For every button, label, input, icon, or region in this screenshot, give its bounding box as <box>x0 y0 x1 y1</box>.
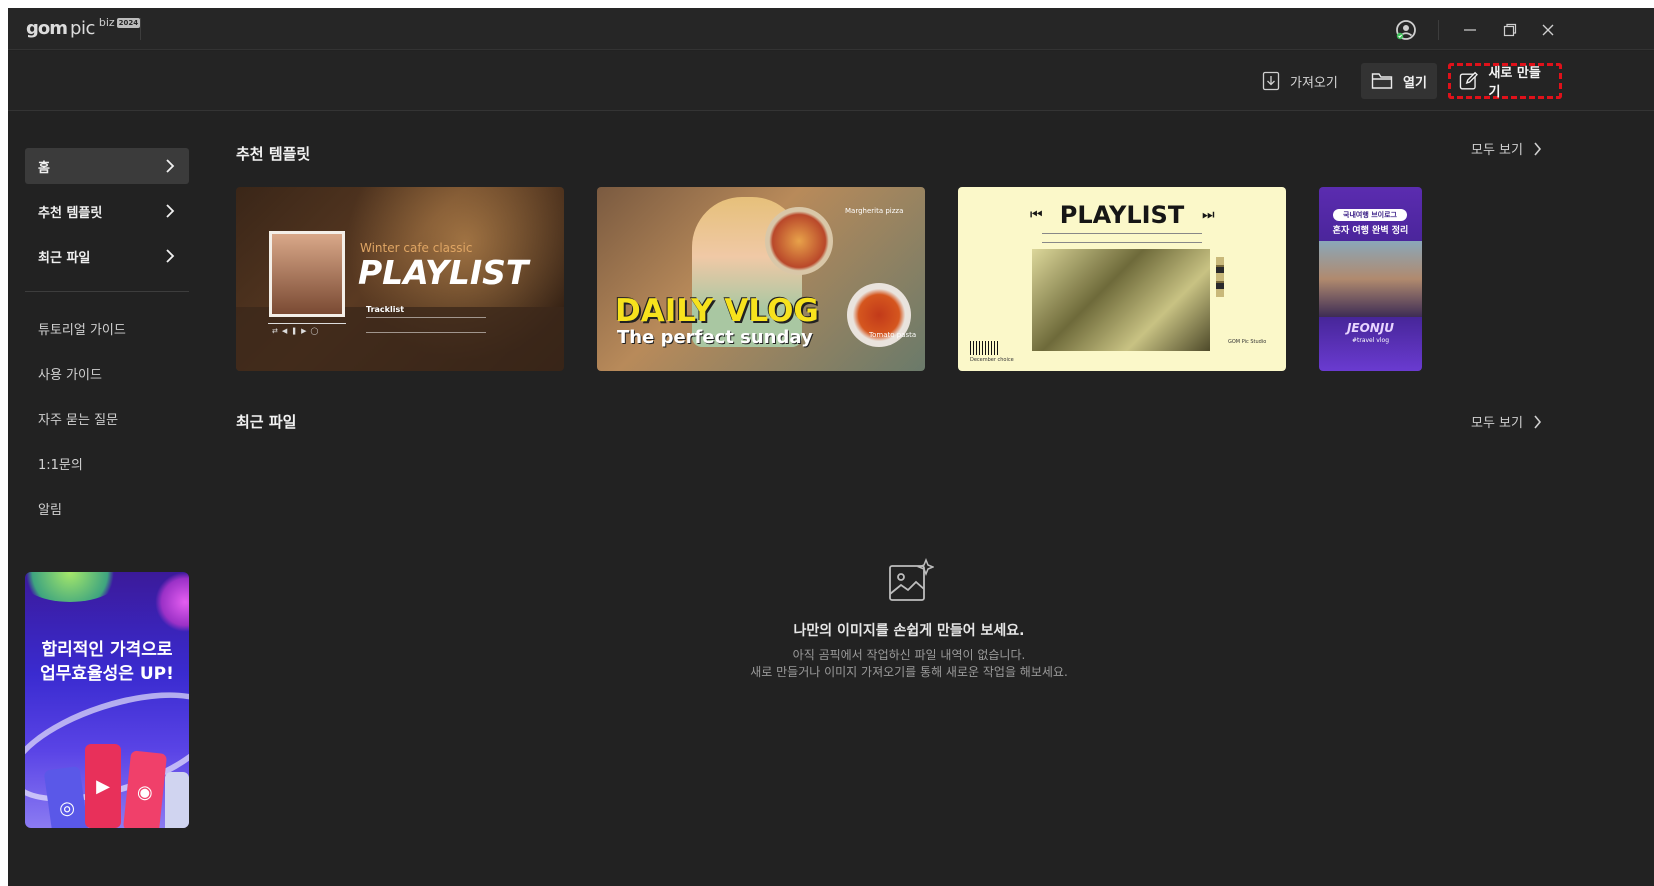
player-controls-icon: ⇄◀❚▶◯ <box>272 327 323 335</box>
logo-brand: gom <box>26 18 68 39</box>
barcode-icon <box>970 341 1000 355</box>
image-sparkle-icon <box>889 558 934 601</box>
tracklist-lines <box>1042 233 1202 243</box>
sidebar-link-faq[interactable]: 자주 묻는 질문 <box>38 409 118 428</box>
minimize-icon[interactable] <box>1458 18 1482 42</box>
import-button[interactable]: 가져오기 <box>1252 63 1348 99</box>
see-all-label: 모두 보기 <box>1471 143 1523 158</box>
sidebar-link-tutorial[interactable]: 튜토리얼 가이드 <box>38 319 126 338</box>
account-status-icon[interactable] <box>1394 18 1418 42</box>
promo-text: 합리적인 가격으로 업무효율성은 UP! <box>25 638 189 686</box>
sidebar-item-templates[interactable]: 추천 템플릿 <box>25 193 189 229</box>
sidebar-divider <box>25 291 189 292</box>
sidebar-item-label: 최근 파일 <box>38 250 91 266</box>
new-file-button[interactable]: 새로 만들기 <box>1448 63 1562 100</box>
new-file-label: 새로 만들기 <box>1488 66 1541 100</box>
portrait-photo <box>269 231 345 317</box>
promo-banner[interactable]: 합리적인 가격으로 업무효율성은 UP! ◎ ▶ ◉ <box>25 572 189 828</box>
top-toolbar: 가져오기 열기 새로 만들기 <box>8 51 1654 111</box>
import-icon <box>1262 71 1280 91</box>
template-card-daily-vlog[interactable]: Margherita pizza Tomato pasta DAILY VLOG… <box>597 187 925 371</box>
poster-studio: GOM Pic Studio <box>1228 339 1267 345</box>
chevron-right-icon <box>166 159 175 173</box>
sidebar-link-inquiry[interactable]: 1:1문의 <box>38 454 83 473</box>
title-divider <box>140 18 141 40</box>
app-logo: gom pic biz 2024 <box>26 16 141 39</box>
empty-state-line-2: 새로 만들거나 이미지 가져오기를 통해 새로운 작업을 해보세요. <box>750 665 1068 679</box>
sidebar-item-label: 추천 템플릿 <box>38 205 103 221</box>
color-swatches <box>1216 257 1224 297</box>
poster-footer: December choice <box>970 357 1014 363</box>
poster-photo <box>1032 249 1210 351</box>
empty-state-line-1: 아직 곰픽에서 작업하신 파일 내역이 없습니다. <box>792 648 1026 662</box>
sidebar-link-notice[interactable]: 알림 <box>38 499 62 518</box>
sidebar: 홈 추천 템플릿 최근 파일 튜토리얼 가이드 사용 가이드 자주 묻는 질문 … <box>8 112 208 886</box>
title-divider-right <box>1438 20 1439 40</box>
next-icon: ⏭ <box>1202 207 1215 223</box>
template-card-jeonju-vlog[interactable]: 국내여행 브이로그 혼자 여행 완벽 정리 JEONJU #travel vlo… <box>1319 187 1422 371</box>
ad-decoration <box>25 572 125 602</box>
template-title: PLAYLIST <box>358 253 529 292</box>
chevron-right-icon <box>166 249 175 263</box>
templates-section-title: 추천 템플릿 <box>236 145 311 163</box>
pizza-photo <box>765 207 833 275</box>
logo-year: 2024 <box>116 18 141 28</box>
card-icon <box>165 772 189 828</box>
template-card-playlist-poster[interactable]: PLAYLIST ⏮ ⏭ December choice GOM Pic Stu… <box>958 187 1286 371</box>
template-tag: 국내여행 브이로그 <box>1333 209 1407 221</box>
empty-state-title: 나만의 이미지를 손쉽게 만들어 보세요. <box>793 623 1025 639</box>
restore-icon[interactable] <box>1498 18 1522 42</box>
template-card-playlist-cafe[interactable]: Winter cafe classic PLAYLIST Tracklist ⇄… <box>236 187 564 371</box>
tracklist-lines <box>366 317 486 333</box>
open-button[interactable]: 열기 <box>1361 63 1437 99</box>
ad-decoration <box>155 572 189 632</box>
template-tracklist: Tracklist <box>366 305 405 314</box>
recent-section-title: 최근 파일 <box>236 413 297 431</box>
sidebar-item-home[interactable]: 홈 <box>25 148 189 184</box>
template-title: PLAYLIST <box>1059 201 1185 229</box>
chevron-right-icon <box>1534 141 1542 156</box>
promo-line-1: 합리적인 가격으로 <box>41 640 173 660</box>
video-icon: ▶ <box>85 744 121 828</box>
travel-photo <box>1319 241 1422 317</box>
promo-line-2: 업무효율성은 UP! <box>40 664 174 684</box>
sidebar-item-recent[interactable]: 최근 파일 <box>25 238 189 274</box>
previous-icon: ⏮ <box>1030 207 1043 223</box>
app-window: gom pic biz 2024 가져오기 열기 새로 만들기 홈 추천 템플릿… <box>8 8 1654 886</box>
logo-edition: biz <box>98 16 115 29</box>
folder-icon <box>1371 73 1393 89</box>
annotation-pizza: Margherita pizza <box>845 207 904 215</box>
title-bar: gom pic biz 2024 <box>8 8 1654 50</box>
logo-product: pic <box>70 18 95 39</box>
close-icon[interactable] <box>1536 18 1560 42</box>
see-all-label: 모두 보기 <box>1471 416 1523 431</box>
player-progress <box>268 323 346 324</box>
annotation-pasta: Tomato pasta <box>869 331 917 339</box>
template-hashtag: #travel vlog <box>1351 337 1390 344</box>
recent-see-all-link[interactable]: 모두 보기 <box>1471 412 1542 431</box>
template-headline: 혼자 여행 완벽 정리 <box>1332 226 1409 236</box>
template-title: JEONJU <box>1346 321 1395 335</box>
template-subtitle: The perfect sunday <box>617 327 813 348</box>
chevron-right-icon <box>166 204 175 218</box>
templates-see-all-link[interactable]: 모두 보기 <box>1471 139 1542 158</box>
open-label: 열기 <box>1403 75 1427 91</box>
import-label: 가져오기 <box>1290 75 1338 91</box>
edit-icon <box>1459 71 1478 90</box>
sidebar-item-label: 홈 <box>38 160 50 176</box>
chevron-right-icon <box>1534 414 1542 429</box>
camera-icon: ◉ <box>122 750 168 828</box>
sidebar-link-user-guide[interactable]: 사용 가이드 <box>38 364 102 383</box>
template-title: DAILY VLOG <box>615 293 819 329</box>
